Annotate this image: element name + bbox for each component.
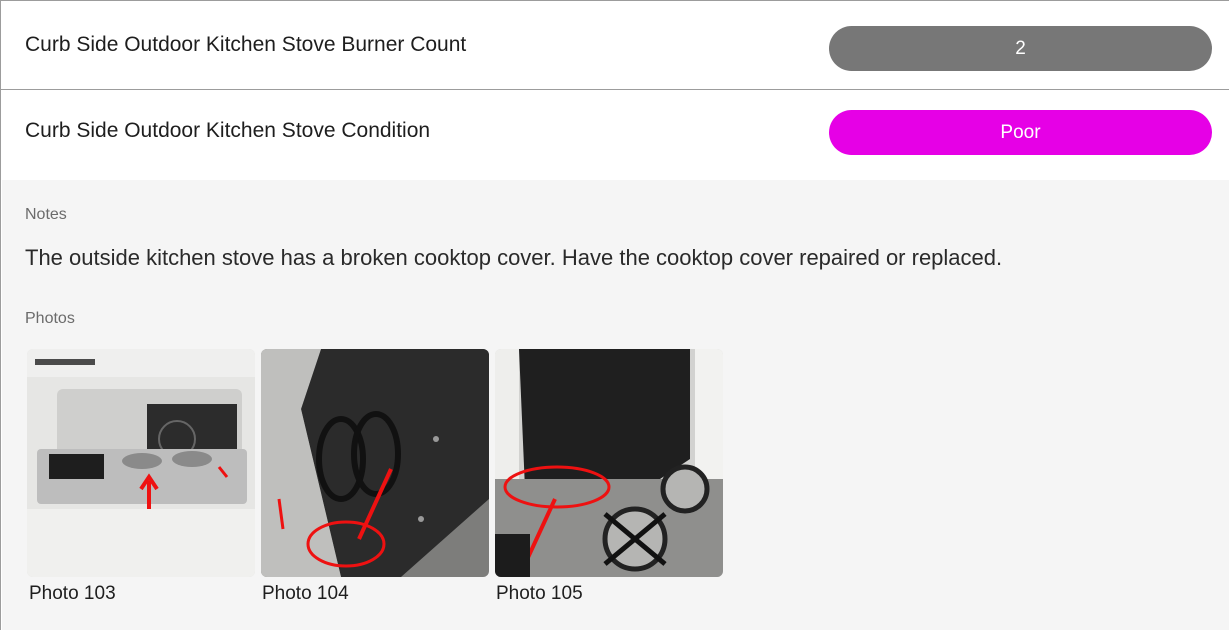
burner-count-value-button[interactable]: 2 bbox=[829, 26, 1212, 71]
cooktop-cover-photo bbox=[261, 349, 489, 577]
inspection-panel: Curb Side Outdoor Kitchen Stove Burner C… bbox=[0, 0, 1229, 630]
photo-caption: Photo 104 bbox=[262, 583, 349, 604]
notes-label: Notes bbox=[25, 206, 67, 223]
burner-count-label: Curb Side Outdoor Kitchen Stove Burner C… bbox=[25, 33, 467, 56]
photo-caption: Photo 103 bbox=[29, 583, 116, 604]
condition-value-button[interactable]: Poor bbox=[829, 110, 1212, 155]
photo-thumbnail[interactable] bbox=[261, 349, 489, 577]
stove-compartment-photo bbox=[27, 349, 255, 577]
photo-caption: Photo 105 bbox=[496, 583, 583, 604]
photos-label: Photos bbox=[25, 310, 75, 327]
details-section: Notes The outside kitchen stove has a br… bbox=[2, 180, 1229, 630]
burners-photo bbox=[495, 349, 723, 577]
notes-text: The outside kitchen stove has a broken c… bbox=[25, 245, 1003, 270]
condition-label: Curb Side Outdoor Kitchen Stove Conditio… bbox=[25, 119, 431, 142]
condition-row: Curb Side Outdoor Kitchen Stove Conditio… bbox=[1, 90, 1229, 180]
photo-thumbnail[interactable] bbox=[27, 349, 255, 577]
photo-thumbnail[interactable] bbox=[495, 349, 723, 577]
burner-count-row: Curb Side Outdoor Kitchen Stove Burner C… bbox=[1, 0, 1229, 90]
